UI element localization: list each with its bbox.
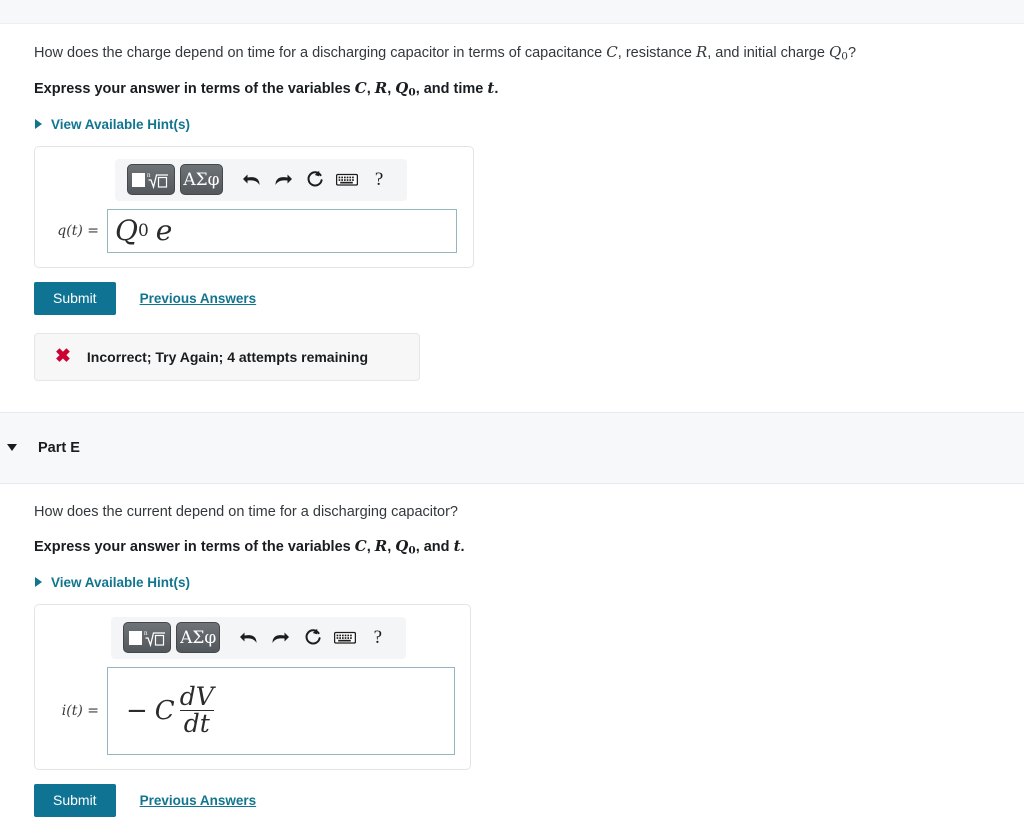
part-e-submit-row: Submit Previous Answers — [34, 783, 1024, 817]
part-e-answer-row: i(t) = − C dV dt — [49, 666, 456, 755]
instruction-segment: . — [460, 538, 465, 555]
part-e-question: How does the current depend on time for … — [34, 503, 458, 520]
triangle-right-icon — [35, 577, 42, 588]
view-available-hints-link-part-d[interactable]: View Available Hint(s) — [34, 101, 190, 132]
filled-square-icon — [132, 172, 146, 187]
submit-button-part-e[interactable]: Submit — [34, 783, 116, 817]
previous-answers-link-part-e[interactable]: Previous Answers — [140, 793, 257, 808]
part-e-header[interactable]: Part E — [0, 411, 1024, 484]
part-d-answer-input[interactable]: Q0e — [107, 208, 457, 253]
filled-square-icon — [128, 630, 142, 645]
math-var-Q: Q — [828, 43, 842, 61]
fraction-denominator: dt — [179, 710, 214, 737]
help-question-mark-icon[interactable]: ? — [363, 169, 395, 191]
nth-root-icon: n — [144, 628, 166, 648]
answer-subscript-0: 0 — [137, 220, 149, 241]
part-d-answer-row: q(t) = Q0e — [49, 208, 459, 253]
keyboard-icon[interactable] — [331, 172, 363, 187]
undo-arrow-icon[interactable] — [232, 628, 264, 647]
triangle-down-icon[interactable] — [7, 444, 17, 452]
math-sub-0: 0 — [841, 50, 848, 63]
top-strip — [0, 0, 1024, 24]
equals-sign: = — [87, 222, 99, 239]
greek-symbols-button[interactable]: ΑΣφ — [179, 164, 224, 196]
question-text-segment: How does the charge depend on time for a… — [34, 45, 607, 61]
instruction-segment: , and — [415, 538, 454, 555]
part-d-answer-box: n ΑΣφ ? q(t) = Q 0 e — [34, 145, 474, 268]
answer-fraction-dV-dt: dV dt — [176, 681, 218, 738]
reset-circular-arrow-icon[interactable] — [299, 169, 331, 190]
part-d-answer-label: q(t) = — [49, 223, 107, 239]
undo-arrow-icon[interactable] — [235, 170, 267, 189]
triangle-right-icon — [35, 119, 42, 130]
question-text-segment: ? — [847, 45, 857, 61]
fraction-numerator: dV — [179, 681, 214, 711]
keyboard-icon[interactable] — [329, 630, 361, 645]
math-var-R: R — [695, 43, 708, 61]
instruction-segment: , — [366, 538, 375, 555]
part-d-submit-row: Submit Previous Answers — [34, 281, 1024, 315]
help-label: ? — [373, 626, 382, 648]
instruction-segment: , and time — [415, 80, 488, 97]
hints-label: View Available Hint(s) — [51, 116, 191, 132]
part-d-math-toolbar: n ΑΣφ ? — [115, 158, 407, 201]
part-e-answer-box: n ΑΣφ ? i(t) = − C dV dt — [34, 603, 471, 770]
part-d-instruction: Express your answer in terms of the vari… — [34, 65, 1024, 101]
redo-arrow-icon[interactable] — [264, 628, 296, 647]
hints-label: View Available Hint(s) — [51, 574, 191, 590]
math-var-R: R — [374, 536, 388, 555]
svg-text:n: n — [144, 629, 148, 637]
nth-root-icon: n — [147, 170, 169, 190]
instruction-segment: Express your answer in terms of the vari… — [34, 80, 355, 97]
answer-fn-arg: (t) — [66, 222, 83, 239]
error-x-icon: ✖ — [55, 346, 71, 368]
part-e-title: Part E — [38, 439, 80, 456]
math-sub-0: 0 — [408, 86, 416, 99]
view-available-hints-link-part-e[interactable]: View Available Hint(s) — [34, 559, 190, 590]
template-square-root-button[interactable]: n — [123, 622, 172, 654]
answer-fn-arg: (t) — [66, 702, 83, 719]
part-d-feedback-banner: ✖ Incorrect; Try Again; 4 attempts remai… — [34, 332, 420, 381]
submit-button-part-d[interactable]: Submit — [34, 281, 116, 315]
part-e-instruction: Express your answer in terms of the vari… — [34, 523, 1024, 559]
math-var-t: t — [453, 536, 461, 555]
answer-expression-Q: Q — [115, 214, 138, 248]
math-var-C: C — [606, 43, 618, 61]
math-var-Q: Q — [395, 78, 409, 97]
question-text-segment: , resistance — [617, 45, 696, 61]
math-var-C: C — [354, 78, 367, 97]
greek-symbols-button[interactable]: ΑΣφ — [176, 622, 221, 654]
instruction-segment: . — [494, 80, 499, 97]
help-label: ? — [374, 168, 384, 190]
part-e-body: How does the current depend on time for … — [0, 484, 1024, 817]
instruction-segment: Express your answer in terms of the vari… — [34, 538, 355, 555]
instruction-segment: , — [366, 80, 375, 97]
part-e-answer-label: i(t) = — [49, 703, 107, 719]
svg-text:n: n — [147, 171, 151, 179]
question-text-segment: , and initial charge — [707, 45, 829, 61]
reset-circular-arrow-icon[interactable] — [297, 627, 329, 648]
template-square-root-button[interactable]: n — [127, 164, 175, 196]
answer-expression-e: e — [155, 214, 173, 248]
part-e-answer-input[interactable]: − C dV dt — [107, 666, 455, 755]
part-d-question: How does the charge depend on time for a… — [34, 24, 1024, 65]
help-question-mark-icon[interactable]: ? — [362, 627, 394, 649]
math-var-Q: Q — [395, 536, 409, 555]
answer-minus-sign: − — [126, 695, 148, 726]
math-var-R: R — [374, 78, 388, 97]
redo-arrow-icon[interactable] — [267, 170, 299, 189]
equals-sign: = — [87, 702, 99, 719]
answer-fn-name: q — [57, 222, 67, 239]
part-d-body: How does the charge depend on time for a… — [0, 24, 1024, 381]
math-var-C: C — [354, 536, 367, 555]
part-e-math-toolbar: n ΑΣφ ? — [111, 616, 406, 659]
answer-coefficient-C: C — [154, 695, 175, 726]
math-sub-0: 0 — [408, 544, 416, 557]
previous-answers-link-part-d[interactable]: Previous Answers — [140, 291, 257, 306]
feedback-message: Incorrect; Try Again; 4 attempts remaini… — [86, 348, 369, 365]
